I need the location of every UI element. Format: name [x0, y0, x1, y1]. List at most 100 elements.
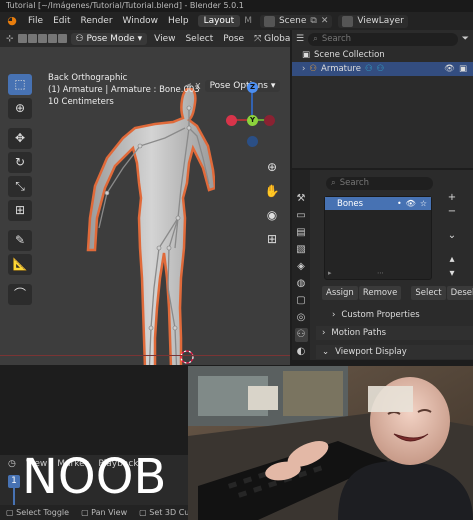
list-resize-handle-icon[interactable]: ⋯: [377, 269, 384, 277]
camera-icon[interactable]: ◉: [264, 206, 280, 224]
properties-search-input[interactable]: ⌕ Search: [326, 176, 433, 190]
viewport-display-panel[interactable]: ⌄ Viewport Display: [316, 345, 473, 359]
move-up-icon[interactable]: ▴: [446, 254, 458, 266]
scale-tool-icon[interactable]: ⤡: [8, 176, 32, 197]
blender-logo-icon[interactable]: ◕: [4, 14, 20, 28]
collection-menu-chevron-icon[interactable]: ⌄: [446, 230, 458, 242]
select-tool-icon[interactable]: ⬚: [8, 74, 32, 95]
select-button[interactable]: Select: [411, 286, 446, 300]
gizmo-neg-z-axis[interactable]: [247, 136, 258, 147]
scene-icon: [263, 15, 275, 27]
search-icon: ⌕: [313, 34, 318, 44]
select-intersect-icon[interactable]: [57, 34, 67, 43]
rotate-tool-icon[interactable]: ↻: [8, 152, 32, 173]
armature-data-icon: ⚇: [376, 64, 385, 74]
select-subtract-icon[interactable]: [37, 34, 47, 43]
workspace-tab-next[interactable]: M: [240, 15, 256, 27]
menu-window[interactable]: Window: [118, 16, 164, 26]
move-down-icon[interactable]: ▾: [446, 268, 458, 280]
collection-solo-icon[interactable]: ☆: [420, 199, 427, 208]
physics-tab-icon[interactable]: ◎: [295, 311, 308, 325]
gizmo-y-axis[interactable]: Y: [247, 115, 258, 126]
relax-tool-icon[interactable]: ⌒: [8, 284, 32, 305]
object-data-tab-icon[interactable]: ⚇: [294, 328, 308, 342]
bone-collection-item[interactable]: Bones • 👁 ☆: [325, 197, 431, 210]
collection-icon: ▣: [302, 50, 311, 60]
viewport-menu-select[interactable]: Select: [182, 33, 216, 45]
filter-icon[interactable]: ⏷: [462, 34, 469, 44]
mode-dropdown[interactable]: ⚇ Pose Mode ▾: [70, 32, 148, 45]
scene-browse-icon[interactable]: ⧉: [310, 16, 316, 26]
select-invert-icon[interactable]: [47, 34, 57, 43]
outliner-header: ☰ ⌕ Search ⏷: [292, 30, 473, 48]
assign-button[interactable]: Assign: [322, 286, 358, 300]
select-mode-icons[interactable]: [17, 34, 67, 43]
menu-file[interactable]: File: [23, 16, 48, 26]
3d-viewport[interactable]: ⊹ ⚇ Pose Mode ▾ View Select Pose ⤧ Globa…: [0, 30, 290, 365]
view-layer-selector[interactable]: ViewLayer: [338, 14, 408, 28]
zoom-icon[interactable]: ⊕: [264, 158, 280, 176]
custom-properties-panel[interactable]: › Custom Properties: [316, 308, 473, 322]
current-frame-indicator[interactable]: 1: [8, 475, 20, 488]
workspace-tab-layout[interactable]: Layout: [197, 15, 241, 27]
3d-cursor-icon[interactable]: [178, 348, 196, 365]
mirror-icon[interactable]: ⫷: [186, 81, 191, 91]
list-expand-icon[interactable]: ▸: [328, 269, 332, 277]
pan-hand-icon[interactable]: ✋: [264, 182, 280, 200]
remove-button[interactable]: Remove: [358, 286, 402, 300]
remove-collection-icon[interactable]: −: [446, 206, 458, 218]
visibility-eye-icon[interactable]: 👁: [444, 64, 455, 74]
scene-name: Scene: [278, 16, 307, 26]
navigation-buttons: ⊕ ✋ ◉ ⊞: [264, 158, 280, 248]
viewport-menu-view[interactable]: View: [151, 33, 178, 45]
timeline-editor-icon[interactable]: ◷: [8, 459, 16, 469]
menu-edit[interactable]: Edit: [48, 16, 75, 26]
bone-tab-icon[interactable]: ◐: [295, 345, 308, 359]
transform-orientation-dropdown[interactable]: ⤧ Global ▾: [251, 33, 290, 45]
collection-actions: Assign Remove Select Desel...: [322, 286, 473, 300]
motion-paths-panel[interactable]: › Motion Paths: [316, 326, 473, 340]
outliner-row-scene-collection[interactable]: ▣ Scene Collection: [292, 48, 473, 62]
editor-type-icon[interactable]: ⊹: [6, 34, 14, 44]
move-tool-icon[interactable]: ✥: [8, 128, 32, 149]
gizmo-x-axis[interactable]: [264, 115, 275, 126]
add-collection-icon[interactable]: +: [446, 192, 458, 204]
output-tab-icon[interactable]: ▤: [295, 226, 308, 240]
select-extend-icon[interactable]: [27, 34, 37, 43]
cursor-tool-icon[interactable]: ⊕: [8, 98, 32, 119]
outliner-editor-icon[interactable]: ☰: [296, 34, 304, 44]
measure-tool-icon[interactable]: 📐: [8, 254, 32, 275]
transform-tool-icon[interactable]: ⊞: [8, 200, 32, 221]
playhead-line[interactable]: [13, 488, 15, 505]
top-menubar: ◕ File Edit Render Window Help Layout M …: [0, 12, 473, 30]
tool-tab-icon[interactable]: ⚒: [295, 192, 308, 206]
grid-view-icon[interactable]: ⊞: [264, 230, 280, 248]
select-box-icon[interactable]: [17, 34, 27, 43]
menu-help[interactable]: Help: [163, 16, 194, 26]
armature-figure[interactable]: [85, 88, 215, 365]
view-layer-tab-icon[interactable]: ▧: [295, 243, 308, 257]
outliner-search-input[interactable]: ⌕ Search: [308, 32, 458, 46]
properties-tabs: ⚒ ▭ ▤ ▧ ◈ ◍ ▢ ◎ ⚇ ◐: [292, 170, 310, 360]
mirror-x-label[interactable]: X: [195, 82, 200, 91]
gizmo-z-axis[interactable]: Z: [247, 82, 258, 93]
world-tab-icon[interactable]: ◍: [295, 277, 308, 291]
expand-chevron-icon[interactable]: ›: [302, 64, 305, 74]
scene-selector[interactable]: Scene ⧉ ✕: [259, 14, 333, 28]
render-tab-icon[interactable]: ▭: [295, 209, 308, 223]
navigation-gizmo[interactable]: Z Y: [224, 78, 286, 148]
gizmo-neg-x-axis[interactable]: [226, 115, 237, 126]
properties-search-placeholder: Search: [339, 178, 369, 188]
render-camera-icon[interactable]: ▣: [459, 64, 467, 74]
menu-render[interactable]: Render: [76, 16, 118, 26]
annotate-tool-icon[interactable]: ✎: [8, 230, 32, 251]
viewport-menu-pose[interactable]: Pose: [220, 33, 247, 45]
bone-collections-list[interactable]: Bones • 👁 ☆ ⋯ ▸: [324, 196, 432, 280]
object-tab-icon[interactable]: ▢: [295, 294, 308, 308]
collection-visibility-icon[interactable]: 👁: [406, 199, 416, 208]
active-dot-icon: •: [396, 199, 402, 208]
scene-close-icon[interactable]: ✕: [321, 16, 329, 26]
deselect-button[interactable]: Desel...: [446, 286, 473, 300]
outliner-row-armature[interactable]: › ⚇ Armature ⚇ ⚇ 👁 ▣: [292, 62, 473, 76]
scene-tab-icon[interactable]: ◈: [295, 260, 308, 274]
